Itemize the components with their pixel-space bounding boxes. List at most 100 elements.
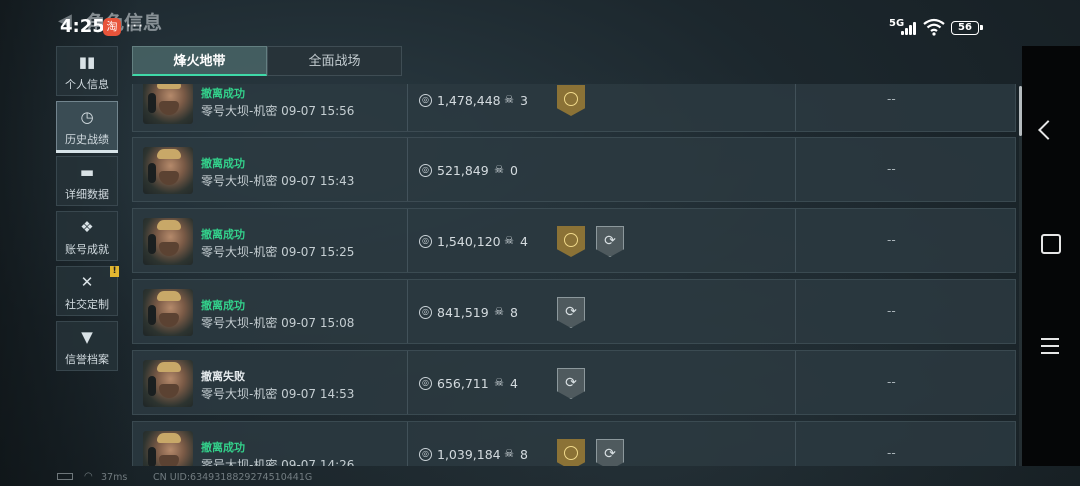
system-home-icon[interactable] (1041, 234, 1061, 254)
sidebar-item-social-custom[interactable]: ✕ 社交定制 ! (56, 266, 119, 316)
sidebar-item-label: 社交定制 (65, 298, 109, 311)
extra-value: -- (887, 233, 896, 247)
battery-icon: 56 (951, 21, 983, 35)
folder-icon: ▬ (79, 163, 95, 181)
footer: ◠ 37ms CN UID:6349318829274510441G (0, 466, 1080, 486)
coin-icon: ◎ (419, 235, 432, 248)
match-row[interactable]: 撤离成功 零号大坝-机密 09-07 14:26 ◎ 1,039,184 ☠ 8… (132, 421, 1016, 466)
system-back-icon[interactable] (1038, 120, 1058, 140)
bar-chart-icon: ▮▮ (78, 53, 96, 71)
ping-value: 37ms (101, 472, 128, 483)
sidebar-item-profile[interactable]: ▮▮ 个人信息 (56, 46, 118, 96)
skull-icon: ☠ (504, 447, 514, 460)
skull-icon: ☠ (504, 93, 514, 106)
extraction-result: 撤离成功 (201, 157, 245, 170)
footer-wifi-icon: ◠ (84, 471, 93, 482)
avatar (143, 147, 193, 194)
coin-icon: ◎ (419, 306, 432, 319)
sidebar-item-achievements[interactable]: ❖ 账号成就 (56, 211, 118, 261)
loot-value: 656,711 (437, 376, 489, 391)
tab-full-battlefield[interactable]: 全面战场 (267, 46, 402, 76)
extra-value: -- (887, 162, 896, 176)
loot-value: 1,478,448 (437, 93, 501, 108)
extraction-result: 撤离成功 (201, 299, 245, 312)
taobao-notification-icon: 淘 (103, 18, 121, 36)
coin-icon: ◎ (419, 164, 432, 177)
gold-medal-badge-icon (557, 226, 585, 257)
more-notifications-icon: ··· (126, 16, 145, 35)
extraction-result: 撤离成功 (201, 228, 245, 241)
match-map-time: 零号大坝-机密 09-07 15:25 (201, 245, 355, 259)
sidebar-item-match-history[interactable]: ◷ 历史战绩 (56, 101, 118, 153)
sidebar-item-label: 信誉档案 (65, 353, 109, 366)
extra-value: -- (887, 304, 896, 318)
sidebar-item-reputation[interactable]: ▼ 信誉档案 (56, 321, 118, 371)
match-map-time: 零号大坝-机密 09-07 15:08 (201, 316, 355, 330)
coin-icon: ◎ (419, 377, 432, 390)
avatar (143, 84, 193, 124)
loot-value: 1,540,120 (437, 234, 501, 249)
sidebar-item-detailed-stats[interactable]: ▬ 详细数据 (56, 156, 118, 206)
avatar (143, 289, 193, 336)
player-uid: CN UID:6349318829274510441G (153, 472, 313, 483)
medal-icon: ❖ (80, 218, 94, 236)
match-map-time: 零号大坝-机密 09-07 14:26 (201, 458, 355, 466)
avatar (143, 360, 193, 407)
loot-value: 1,039,184 (437, 447, 501, 462)
extra-value: -- (887, 92, 896, 106)
skull-icon: ☠ (504, 234, 514, 247)
alert-badge: ! (110, 266, 119, 277)
skull-icon: ☠ (494, 163, 504, 176)
signal-icon (897, 20, 919, 35)
extra-value: -- (887, 446, 896, 460)
crosshair-badge-icon: ⟳ (596, 439, 624, 466)
crosshair-badge-icon: ⟳ (557, 368, 585, 399)
sidebar-item-label: 历史战绩 (65, 133, 109, 146)
extra-value: -- (887, 375, 896, 389)
match-map-time: 零号大坝-机密 09-07 15:56 (201, 104, 355, 118)
skull-icon: ☠ (494, 305, 504, 318)
gold-medal-badge-icon (557, 85, 585, 116)
skull-icon: ☠ (494, 376, 504, 389)
coin-icon: ◎ (419, 94, 432, 107)
match-row[interactable]: 撤离失败 零号大坝-机密 09-07 14:53 ◎ 656,711 ☠ 4 ⟳… (132, 350, 1016, 415)
system-nav-bar (1022, 46, 1080, 466)
match-row[interactable]: 撤离成功 零号大坝-机密 09-07 15:08 ◎ 841,519 ☠ 8 ⟳… (132, 279, 1016, 344)
kill-count: 8 (520, 447, 528, 462)
coin-icon: ◎ (419, 448, 432, 461)
tools-icon: ✕ (80, 273, 94, 291)
sidebar-item-label: 账号成就 (65, 243, 109, 256)
extraction-result: 撤离成功 (201, 87, 245, 100)
kill-count: 4 (510, 376, 518, 391)
match-row[interactable]: 撤离成功 零号大坝-机密 09-07 15:25 ◎ 1,540,120 ☠ 4… (132, 208, 1016, 273)
match-map-time: 零号大坝-机密 09-07 14:53 (201, 387, 355, 401)
sidebar-item-label: 个人信息 (65, 78, 109, 91)
wifi-icon (923, 18, 945, 36)
match-row[interactable]: 撤离成功 零号大坝-机密 09-07 15:43 ◎ 521,849 ☠ 0 -… (132, 137, 1016, 202)
sidebar-item-label: 详细数据 (65, 188, 109, 201)
loot-value: 841,519 (437, 305, 489, 320)
system-menu-icon[interactable] (1041, 338, 1059, 359)
clock: 4:25 (60, 16, 105, 37)
crosshair-badge-icon: ⟳ (596, 226, 624, 257)
device-battery-icon (57, 473, 73, 480)
kill-count: 8 (510, 305, 518, 320)
extraction-result: 撤离失败 (201, 370, 245, 383)
kill-count: 4 (520, 234, 528, 249)
tab-fire-zone[interactable]: 烽火地带 (132, 46, 267, 76)
avatar (143, 218, 193, 265)
kill-count: 3 (520, 93, 528, 108)
match-row[interactable]: 撤离成功 零号大坝-机密 09-07 15:56 ◎ 1,478,448 ☠ 3… (132, 84, 1016, 132)
loot-value: 521,849 (437, 163, 489, 178)
status-bar: ◀ 角色信息 4:25 淘 ··· 5G 56 (0, 0, 1080, 46)
gold-medal-badge-icon (557, 439, 585, 466)
extraction-result: 撤离成功 (201, 441, 245, 454)
shield-icon: ▼ (81, 328, 93, 346)
avatar (143, 431, 193, 466)
match-map-time: 零号大坝-机密 09-07 15:43 (201, 174, 355, 188)
kill-count: 0 (510, 163, 518, 178)
match-history-list[interactable]: 撤离成功 零号大坝-机密 09-07 15:56 ◎ 1,478,448 ☠ 3… (132, 84, 1016, 466)
mode-tabs: 烽火地带 全面战场 (132, 46, 402, 76)
crosshair-badge-icon: ⟳ (557, 297, 585, 328)
clock-icon: ◷ (80, 108, 94, 126)
